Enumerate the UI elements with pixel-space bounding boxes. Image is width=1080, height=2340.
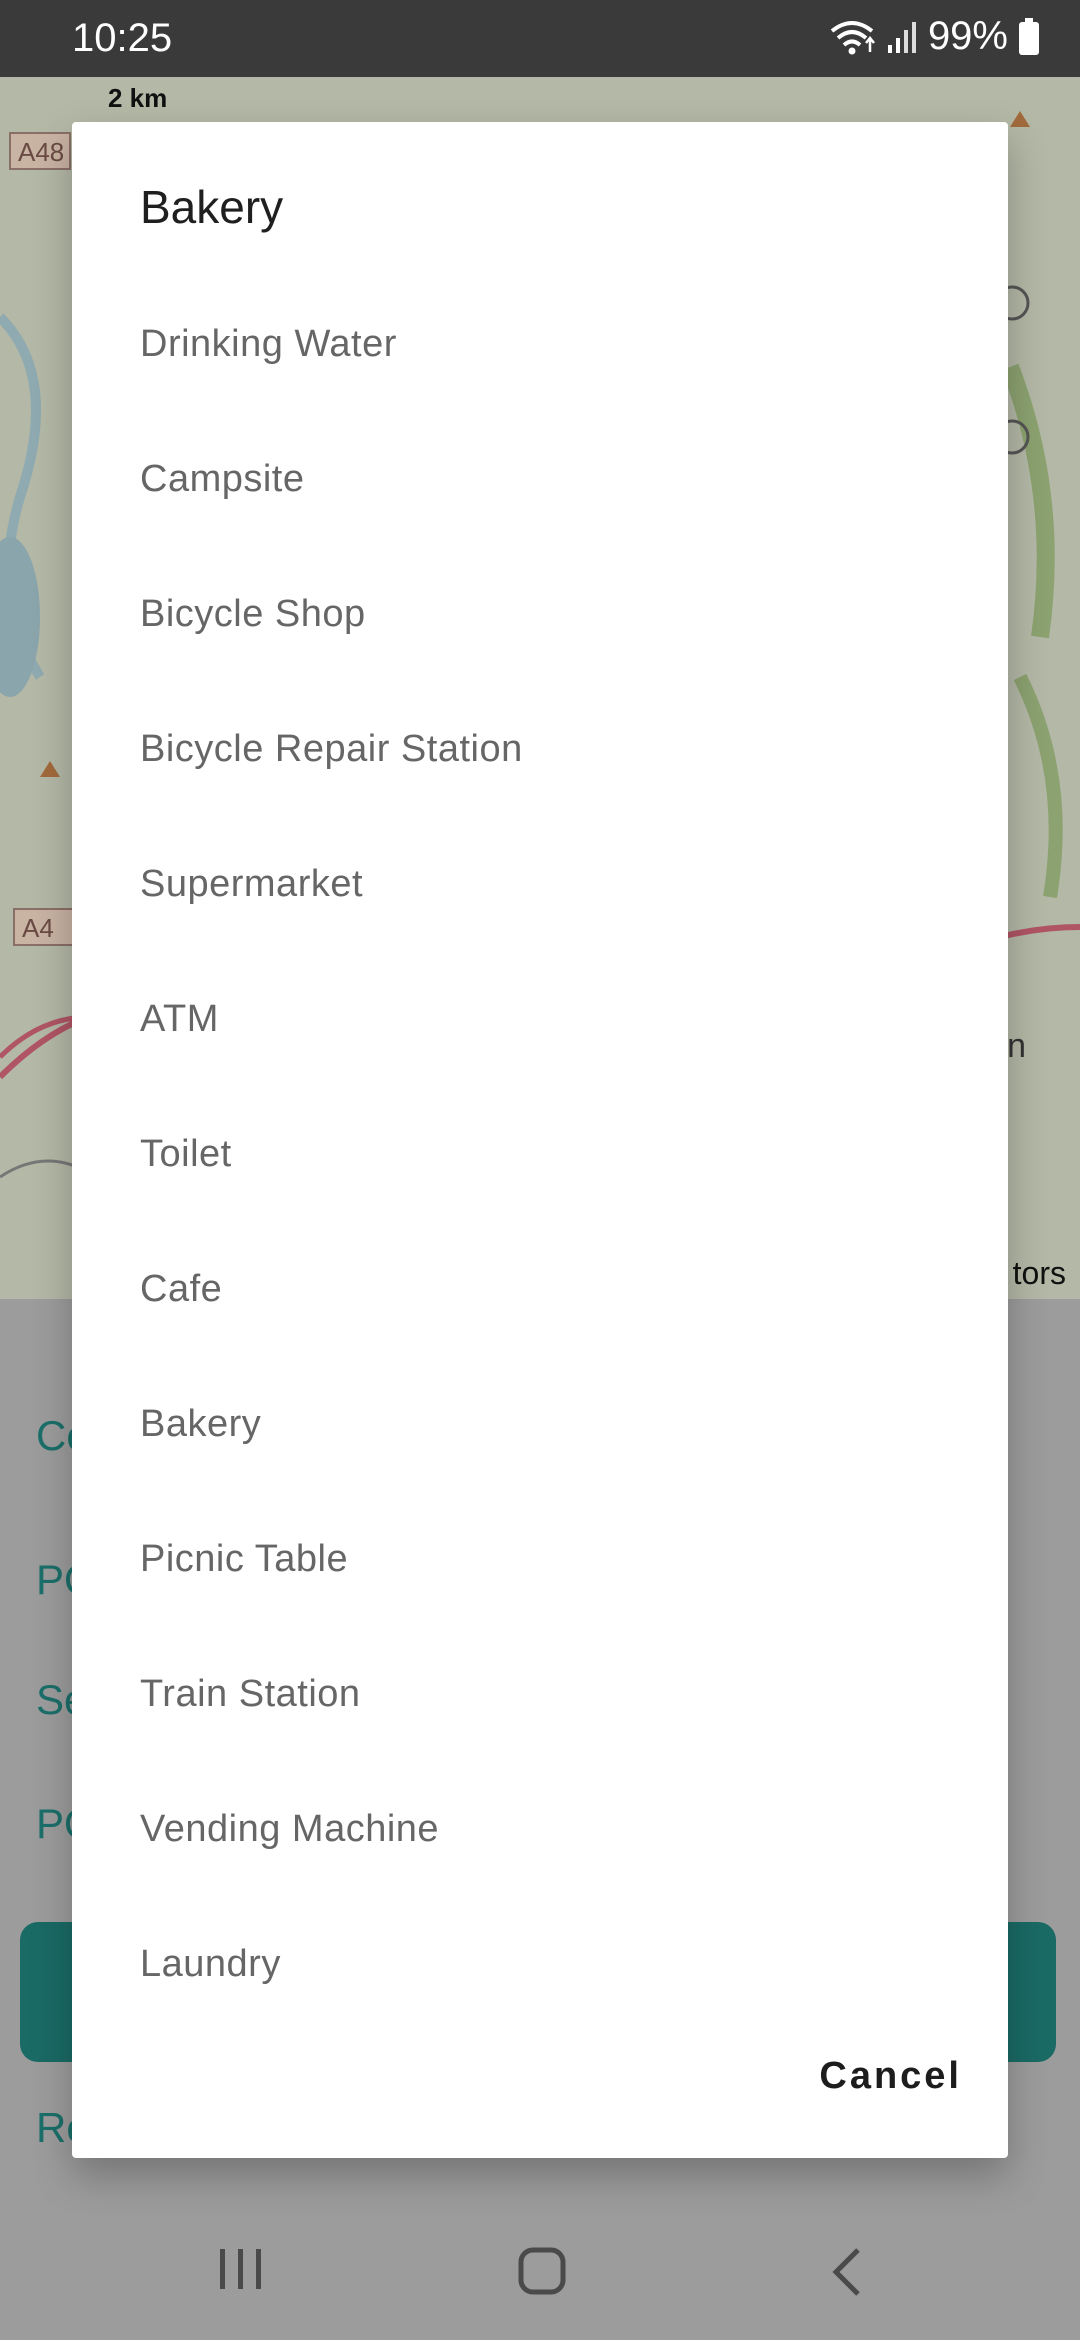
svg-text:A48: A48 (18, 137, 64, 167)
option-drinking-water[interactable]: Drinking Water (72, 277, 1008, 412)
option-toilet[interactable]: Toilet (72, 1087, 1008, 1222)
option-supermarket[interactable]: Supermarket (72, 817, 1008, 952)
option-laundry[interactable]: Laundry (72, 1897, 1008, 2032)
recent-apps-icon[interactable] (218, 2247, 264, 2296)
dialog-title: Bakery (140, 181, 284, 233)
map-place-label: n (1007, 1027, 1026, 1065)
navigation-bar (0, 2199, 1080, 2340)
option-campsite[interactable]: Campsite (72, 412, 1008, 547)
battery-icon (1018, 17, 1040, 56)
option-cafe[interactable]: Cafe (72, 1222, 1008, 1357)
signal-icon (886, 19, 918, 55)
option-bicycle-repair-station[interactable]: Bicycle Repair Station (72, 682, 1008, 817)
svg-text:A4: A4 (22, 913, 54, 943)
option-bakery[interactable]: Bakery (72, 1357, 1008, 1492)
option-vending-machine[interactable]: Vending Machine (72, 1762, 1008, 1897)
battery-percent: 99% (927, 14, 1008, 58)
wifi-icon (828, 17, 876, 57)
status-bar: 10:25 99% (0, 0, 1080, 77)
status-time: 10:25 (72, 16, 173, 60)
poi-type-dialog: Bakery Drinking Water Campsite Bicycle S… (72, 122, 1008, 2158)
map-attribution: tors (1012, 1255, 1066, 1291)
status-icons: 99% (828, 14, 1040, 59)
map-scale-label: 2 km (108, 83, 168, 113)
home-icon[interactable] (518, 2247, 566, 2300)
back-icon[interactable] (830, 2247, 864, 2302)
option-train-station[interactable]: Train Station (72, 1627, 1008, 1762)
cancel-button[interactable]: Cancel (819, 2055, 962, 2098)
option-atm[interactable]: ATM (72, 952, 1008, 1087)
option-list: Drinking Water Campsite Bicycle Shop Bic… (72, 277, 1008, 2032)
option-picnic-table[interactable]: Picnic Table (72, 1492, 1008, 1627)
option-bicycle-shop[interactable]: Bicycle Shop (72, 547, 1008, 682)
